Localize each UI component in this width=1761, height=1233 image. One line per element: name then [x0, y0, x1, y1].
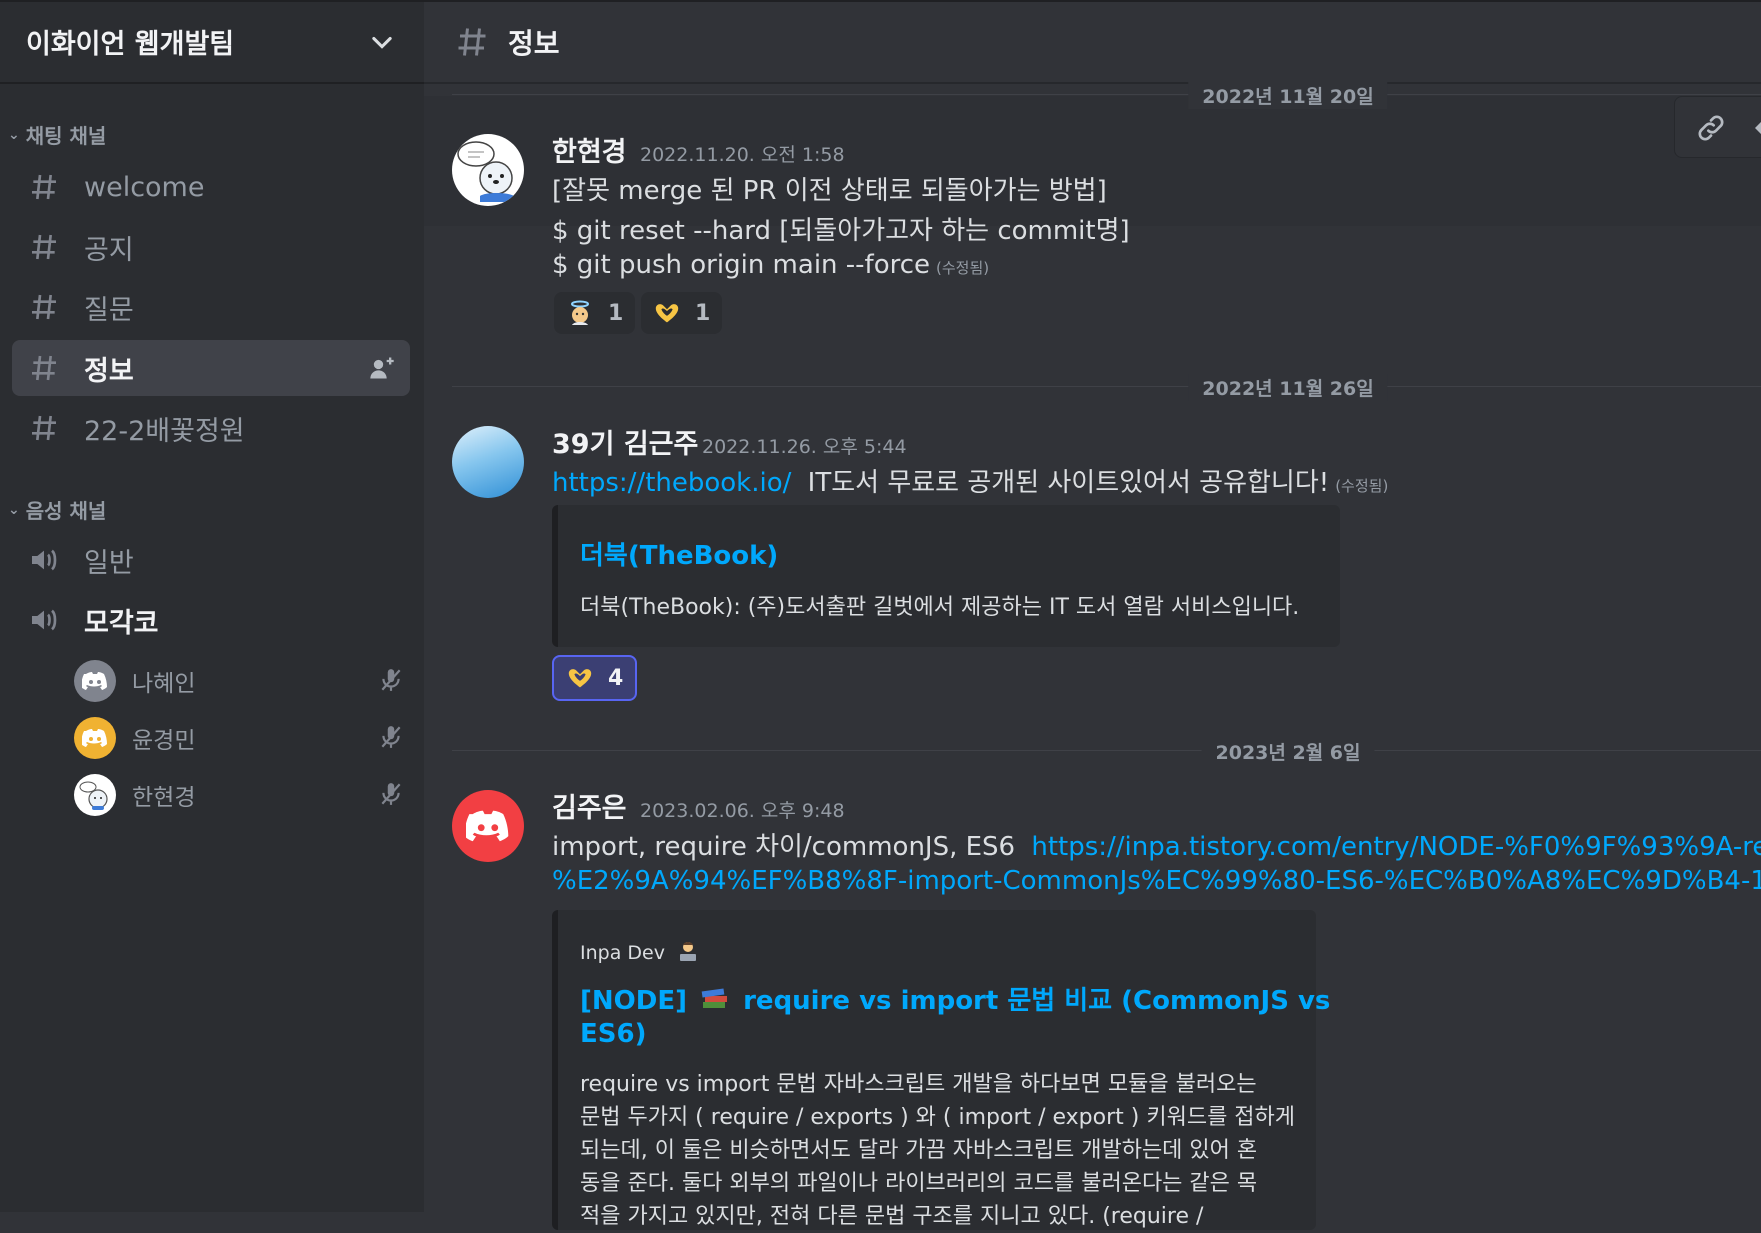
- channel-info[interactable]: 정보: [12, 340, 410, 396]
- hashtag-icon: [32, 234, 56, 260]
- reaction-button[interactable]: 1: [641, 292, 723, 334]
- window-top-border: [0, 0, 1761, 2]
- message-text-line: $ git reset --hard [되돌아가고자 하는 commit명]: [552, 216, 1130, 246]
- message-timestamp: 2022.11.26. 오후 5:44: [702, 436, 907, 458]
- date-divider-label: 2023년 2월 6일: [1201, 738, 1375, 765]
- chevron-down-icon: ⌄: [8, 501, 20, 518]
- channel-header: 정보: [424, 0, 1761, 84]
- avatar: [74, 774, 116, 816]
- date-divider: 2022년 11월 26일: [452, 374, 1761, 401]
- message-author[interactable]: 김주은: [552, 786, 627, 825]
- reaction-button[interactable]: 1: [554, 292, 636, 334]
- voice-user-name: 나혜인: [132, 671, 196, 697]
- category-voice-channels[interactable]: ⌄ 음성 채널: [8, 495, 106, 524]
- message-link[interactable]: https://thebook.io/: [552, 468, 791, 498]
- channel-22-2[interactable]: 22-2배꽃정원: [12, 400, 410, 456]
- chevron-down-icon[interactable]: [368, 28, 396, 56]
- message-text-line: import, require 차이/commonJS, ES6 https:/…: [552, 826, 1761, 863]
- message-link[interactable]: https://inpa.tistory.com/entry/NODE-%F0%…: [1031, 832, 1761, 862]
- bear-sticker-icon: [457, 141, 514, 202]
- message-link[interactable]: %E2%9A%94%EF%B8%8F-import-CommonJs%EC%99…: [552, 866, 1761, 896]
- hashtag-icon: [458, 28, 486, 56]
- message-author[interactable]: 39기 김근주: [552, 422, 698, 461]
- muted-mic-icon: [381, 726, 401, 748]
- muted-mic-icon: [381, 783, 401, 805]
- server-header[interactable]: 이화이언 웹개발팀: [0, 0, 424, 84]
- technologist-emoji-icon: [677, 940, 699, 967]
- hashtag-icon: [32, 415, 56, 441]
- embed-description: require vs import 문법 자바스크립트 개발을 하다보면 모듈을…: [580, 1072, 1296, 1229]
- reaction-button[interactable]: 4: [552, 655, 638, 701]
- avatar[interactable]: [452, 790, 524, 862]
- angel-emoji-icon: [566, 299, 594, 327]
- message-text-line: [잘못 merge 된 PR 이전 상태로 되돌아가는 방법]: [552, 176, 1107, 206]
- channel-label: 22-2배꽃정원: [84, 415, 245, 447]
- message-timestamp: 2023.02.06. 오후 9:48: [640, 800, 845, 822]
- channel-label: 모각코: [84, 607, 159, 639]
- link-embed: Inpa Dev [NODE] require vs import 문법 비교 …: [552, 910, 1330, 1230]
- date-divider-label: 2022년 11월 26일: [1188, 374, 1388, 401]
- hashtag-icon: [32, 355, 56, 381]
- voice-user[interactable]: 한현경: [74, 771, 404, 819]
- channel-label: welcome: [84, 171, 205, 203]
- voice-channel-general[interactable]: 일반: [12, 532, 410, 588]
- discord-logo-icon: [82, 729, 107, 747]
- date-divider-label: 2022년 11월 20일: [1188, 82, 1388, 109]
- channel-label: 일반: [84, 547, 134, 579]
- add-member-icon[interactable]: [368, 354, 396, 382]
- heart-hands-emoji-icon: [566, 664, 594, 692]
- books-emoji-icon: [700, 984, 730, 1019]
- heart-hands-emoji-icon: [653, 299, 681, 327]
- message-text-line: $ git push origin main --force (수정됨): [552, 250, 990, 280]
- category-text-channels[interactable]: ⌄ 채팅 채널: [8, 120, 106, 149]
- message-text-line: https://thebook.io/ IT도서 무료로 공개된 사이트있어서 …: [552, 468, 1389, 498]
- message-author[interactable]: 한현경: [552, 130, 627, 169]
- avatar[interactable]: [452, 426, 524, 498]
- avatar: [74, 660, 116, 702]
- reaction-count: 1: [695, 300, 711, 326]
- chat-area: 정보 2022년 11월 20일 한현경 2022.11.20. 오전 1:58…: [424, 0, 1761, 1230]
- date-divider: 2023년 2월 6일: [452, 738, 1761, 765]
- bear-sticker-icon: [79, 781, 108, 810]
- chevron-down-icon: ⌄: [8, 126, 20, 143]
- channel-questions[interactable]: 질문: [12, 279, 410, 335]
- channel-welcome[interactable]: welcome: [12, 159, 410, 215]
- muted-mic-icon: [381, 669, 401, 691]
- message-timestamp: 2022.11.20. 오전 1:58: [640, 144, 845, 166]
- discord-logo-icon: [466, 810, 509, 842]
- reply-arrow-icon[interactable]: [1751, 112, 1761, 144]
- discord-logo-icon: [82, 672, 107, 690]
- embed-title[interactable]: ES6): [580, 1019, 646, 1049]
- channel-notice[interactable]: 공지: [12, 219, 410, 275]
- embed-title[interactable]: [NODE] require vs import 문법 비교 (CommonJS…: [580, 980, 1330, 1019]
- hashtag-icon: [32, 294, 56, 320]
- channel-label: 정보: [84, 355, 134, 387]
- date-divider: 2022년 11월 20일: [452, 82, 1761, 109]
- avatar[interactable]: [452, 134, 524, 206]
- reaction-count: 1: [608, 300, 624, 326]
- link-embed: 더북(TheBook) 더북(TheBook): (주)도서출판 길벗에서 제공…: [552, 505, 1340, 647]
- server-name: 이화이언 웹개발팀: [26, 29, 235, 60]
- channel-label: 공지: [84, 234, 134, 266]
- channel-sidebar: 이화이언 웹개발팀 ⌄ 채팅 채널 welcome 공지 질문 정보 22-2배…: [0, 0, 424, 1212]
- edited-tag: (수정됨): [936, 259, 990, 277]
- channel-title: 정보: [508, 27, 560, 60]
- voice-user-name: 한현경: [132, 785, 196, 811]
- link-icon[interactable]: [1695, 112, 1727, 144]
- voice-user[interactable]: 나혜인: [74, 657, 404, 705]
- embed-title[interactable]: 더북(TheBook): [580, 535, 778, 572]
- channel-label: 질문: [84, 294, 134, 326]
- hashtag-icon: [32, 174, 56, 200]
- voice-channel-mogakco[interactable]: 모각코: [12, 592, 410, 648]
- speaker-icon: [32, 549, 57, 571]
- message-actions-toolbar: [1674, 96, 1761, 158]
- speaker-icon: [32, 609, 57, 631]
- embed-provider[interactable]: Inpa Dev: [580, 940, 699, 967]
- avatar: [74, 717, 116, 759]
- embed-description: 더북(TheBook): (주)도서출판 길벗에서 제공하는 IT 도서 열람 …: [580, 595, 1300, 620]
- reaction-count: 4: [608, 665, 624, 691]
- voice-user-name: 윤경민: [132, 728, 196, 754]
- voice-user[interactable]: 윤경민: [74, 714, 404, 762]
- edited-tag: (수정됨): [1335, 477, 1389, 495]
